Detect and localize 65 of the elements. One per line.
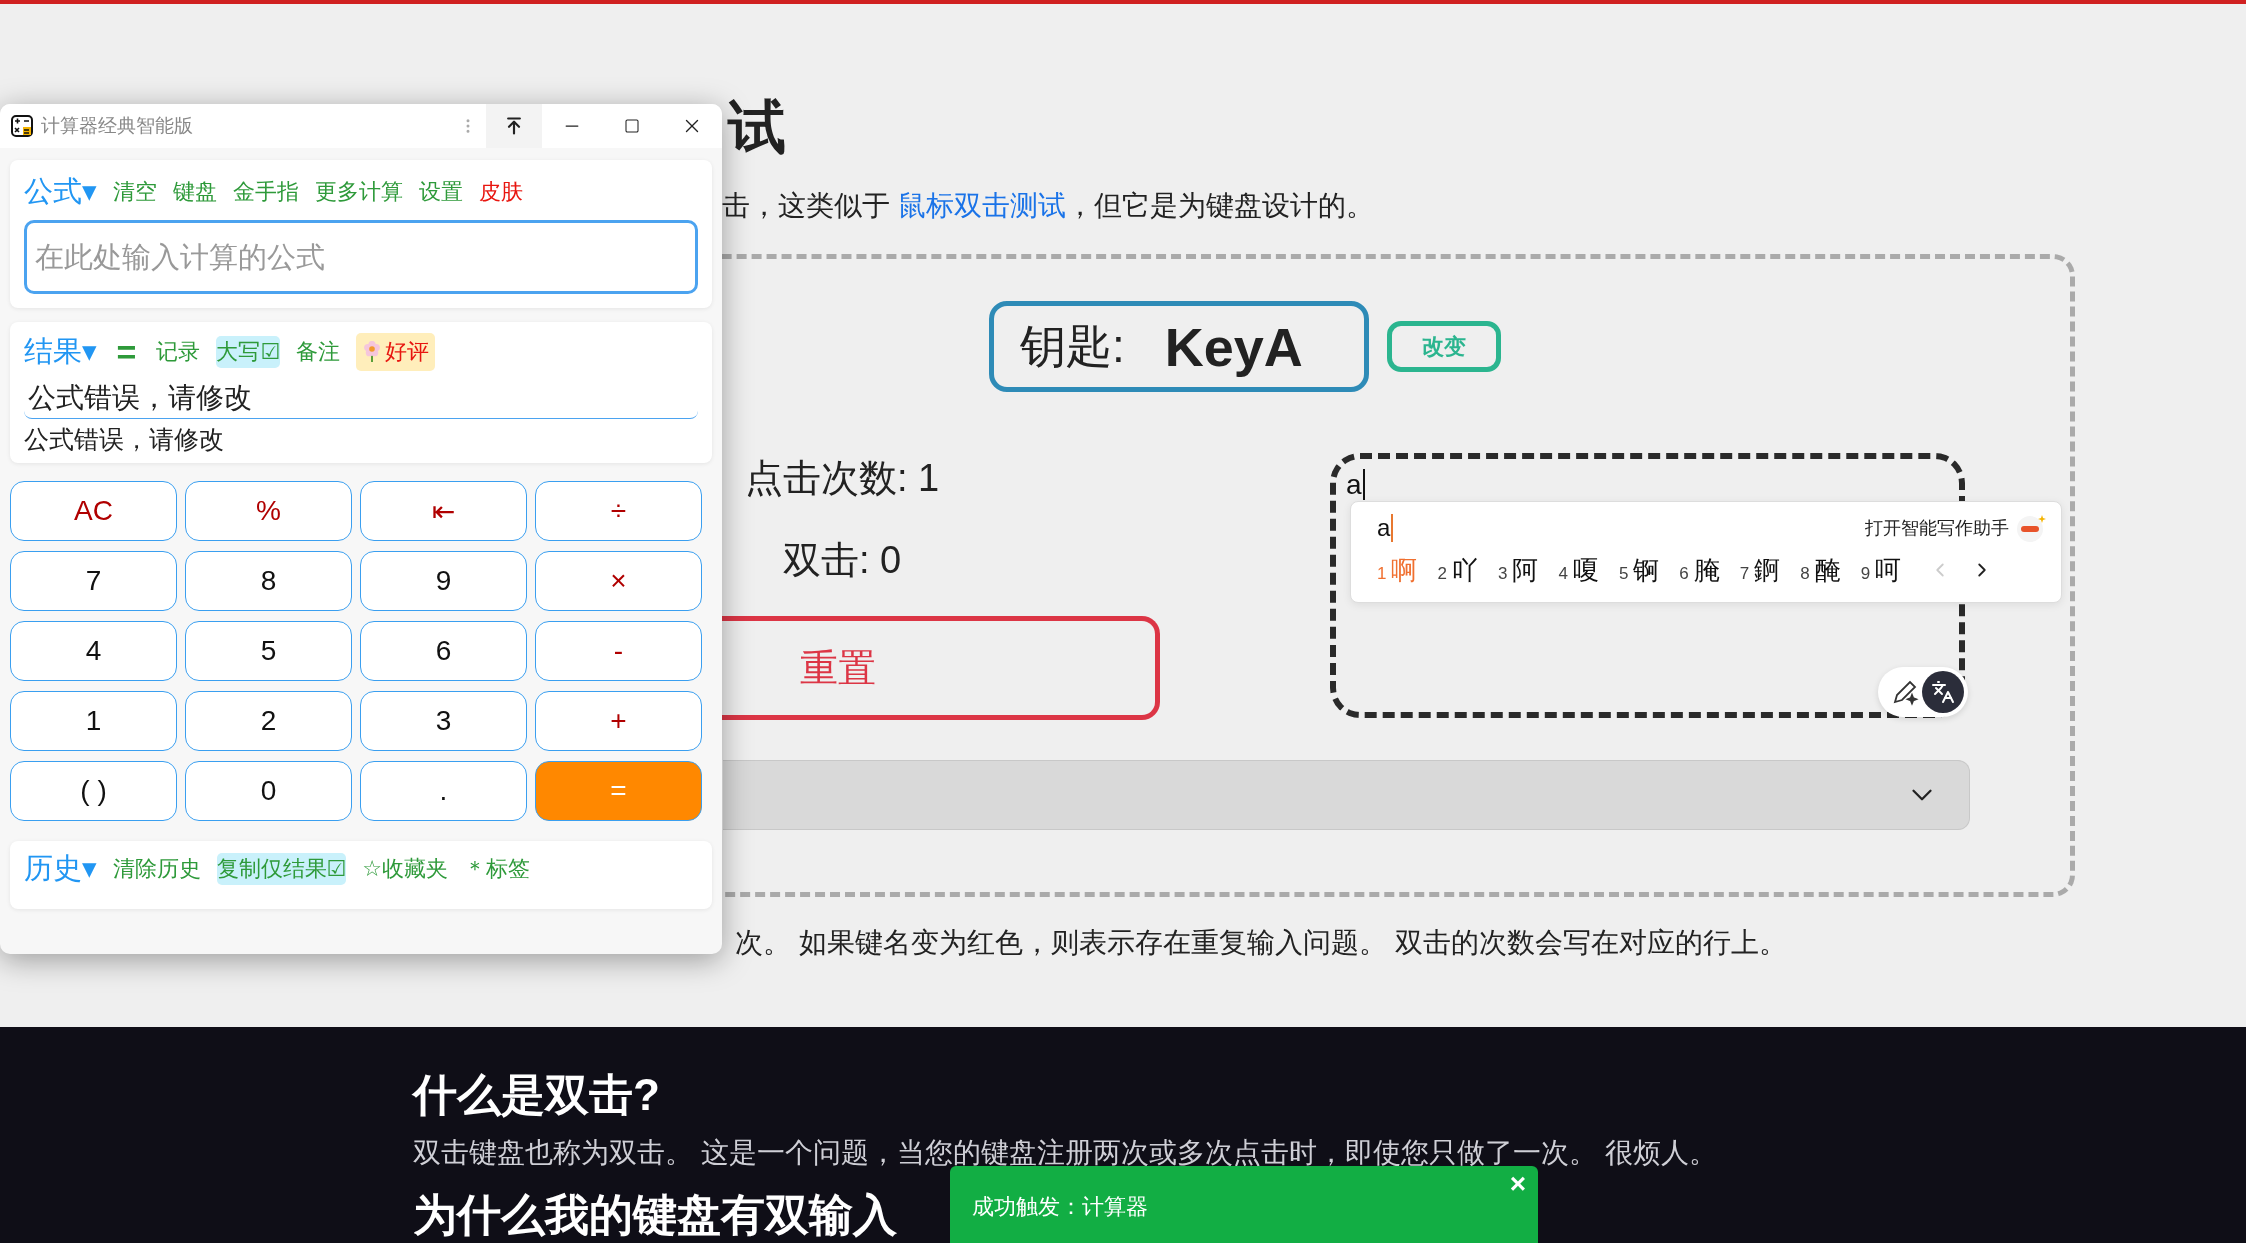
rating-badge[interactable]: 好评 bbox=[356, 333, 436, 371]
toolbar-link[interactable]: 设置 bbox=[418, 176, 463, 208]
writing-assistant-link[interactable]: 打开智能写作助手 bbox=[1865, 516, 2009, 540]
toolbar-link[interactable]: 记录 bbox=[156, 336, 201, 368]
calculator-key[interactable]: ( ) bbox=[10, 761, 177, 821]
ime-composition: a bbox=[1377, 514, 1394, 542]
toast-message: 成功触发：计算器 bbox=[972, 1192, 1148, 1221]
intro-text: 击，这类似于 鼠标双击测试，但它是为键盘设计的。 bbox=[722, 189, 1375, 223]
calculator-key[interactable]: % bbox=[185, 481, 352, 541]
calculator-key[interactable]: - bbox=[535, 621, 702, 681]
ime-candidate[interactable]: 6 腌 bbox=[1679, 552, 1720, 588]
toolbar-link[interactable]: 清空 bbox=[112, 176, 157, 208]
toolbar-link[interactable]: ☆收藏夹 bbox=[362, 853, 449, 885]
toolbar-link[interactable]: 金手指 bbox=[232, 176, 299, 208]
toolbar-link[interactable]: 更多计算 bbox=[314, 176, 403, 208]
toolbar-link[interactable]: ＊标签 bbox=[464, 853, 531, 885]
toolbar-link[interactable]: 皮肤 bbox=[478, 176, 523, 208]
equals-sign: = bbox=[116, 332, 137, 372]
calculator-key[interactable]: AC bbox=[10, 481, 177, 541]
result-preview: 公式错误，请修改 bbox=[24, 424, 225, 455]
ime-candidate[interactable]: 4 嗄 bbox=[1558, 552, 1599, 588]
toolbar-link[interactable]: 备注 bbox=[296, 336, 341, 368]
double-count: 双击: 0 bbox=[782, 538, 902, 583]
calculator-key[interactable]: 9 bbox=[360, 551, 527, 611]
calculator-key[interactable]: 0 bbox=[185, 761, 352, 821]
section-heading: 为什么我的键盘有双输入 bbox=[413, 1189, 897, 1241]
press-count: 点击次数: 1 bbox=[744, 456, 940, 501]
calculator-key[interactable]: 3 bbox=[360, 691, 527, 751]
pin-icon bbox=[504, 116, 524, 136]
ime-candidate[interactable]: 7 錒 bbox=[1739, 552, 1781, 588]
calculator-key[interactable]: ÷ bbox=[535, 481, 702, 541]
key-value: KeyA bbox=[1164, 315, 1303, 378]
ime-candidate[interactable]: 3 阿 bbox=[1497, 552, 1539, 588]
formula-input[interactable]: 在此处输入计算的公式 bbox=[24, 220, 698, 294]
section-paragraph: 双击键盘也称为双击。 这是一个问题，当您的键盘注册两次或多次点击时，即使您只做了一次。 很烦人。 bbox=[413, 1136, 1718, 1170]
calculator-key[interactable]: × bbox=[535, 551, 702, 611]
page-title: 试 bbox=[728, 93, 787, 161]
ime-candidate[interactable]: 9 呵 bbox=[1860, 552, 1902, 588]
pin-button[interactable] bbox=[486, 104, 542, 148]
calculator-key[interactable]: 8 bbox=[185, 551, 352, 611]
maximize-icon[interactable] bbox=[624, 118, 640, 134]
calculator-key[interactable]: ⇤ bbox=[360, 481, 527, 541]
calculator-key[interactable]: 2 bbox=[185, 691, 352, 751]
ime-candidate[interactable]: 2 吖 bbox=[1437, 552, 1478, 588]
calculator-key[interactable]: 7 bbox=[10, 551, 177, 611]
ime-candidate[interactable]: 8 醃 bbox=[1800, 552, 1841, 588]
result-field: 公式错误，请修改 bbox=[24, 378, 698, 419]
calculator-key[interactable]: 1 bbox=[10, 691, 177, 751]
calculator-key[interactable]: 6 bbox=[360, 621, 527, 681]
toolbar-link[interactable]: 键盘 bbox=[172, 176, 217, 208]
calculator-key[interactable]: + bbox=[535, 691, 702, 751]
translate-button[interactable] bbox=[1922, 671, 1964, 713]
calculator-key[interactable]: 4 bbox=[10, 621, 177, 681]
window-title: 计算器经典智能版 bbox=[41, 114, 194, 138]
flower-icon bbox=[362, 341, 383, 363]
calculator-key[interactable]: . bbox=[360, 761, 527, 821]
calculator-key[interactable]: 5 bbox=[185, 621, 352, 681]
mouse-test-link[interactable]: 鼠标双击测试 bbox=[897, 190, 1066, 221]
instructions-text: 次。 如果键名变为红色，则表示存在重复输入问题。 双击的次数会写在对应的行上。 bbox=[735, 926, 1788, 960]
section-heading: 什么是双击? bbox=[413, 1069, 660, 1121]
translate-icon bbox=[1931, 680, 1955, 704]
calculator-icon bbox=[11, 115, 33, 137]
key-label: 钥匙: bbox=[1020, 318, 1125, 374]
toolbar-link[interactable]: 清除历史 bbox=[112, 853, 201, 885]
ime-candidate[interactable]: 5 锕 bbox=[1618, 552, 1660, 588]
